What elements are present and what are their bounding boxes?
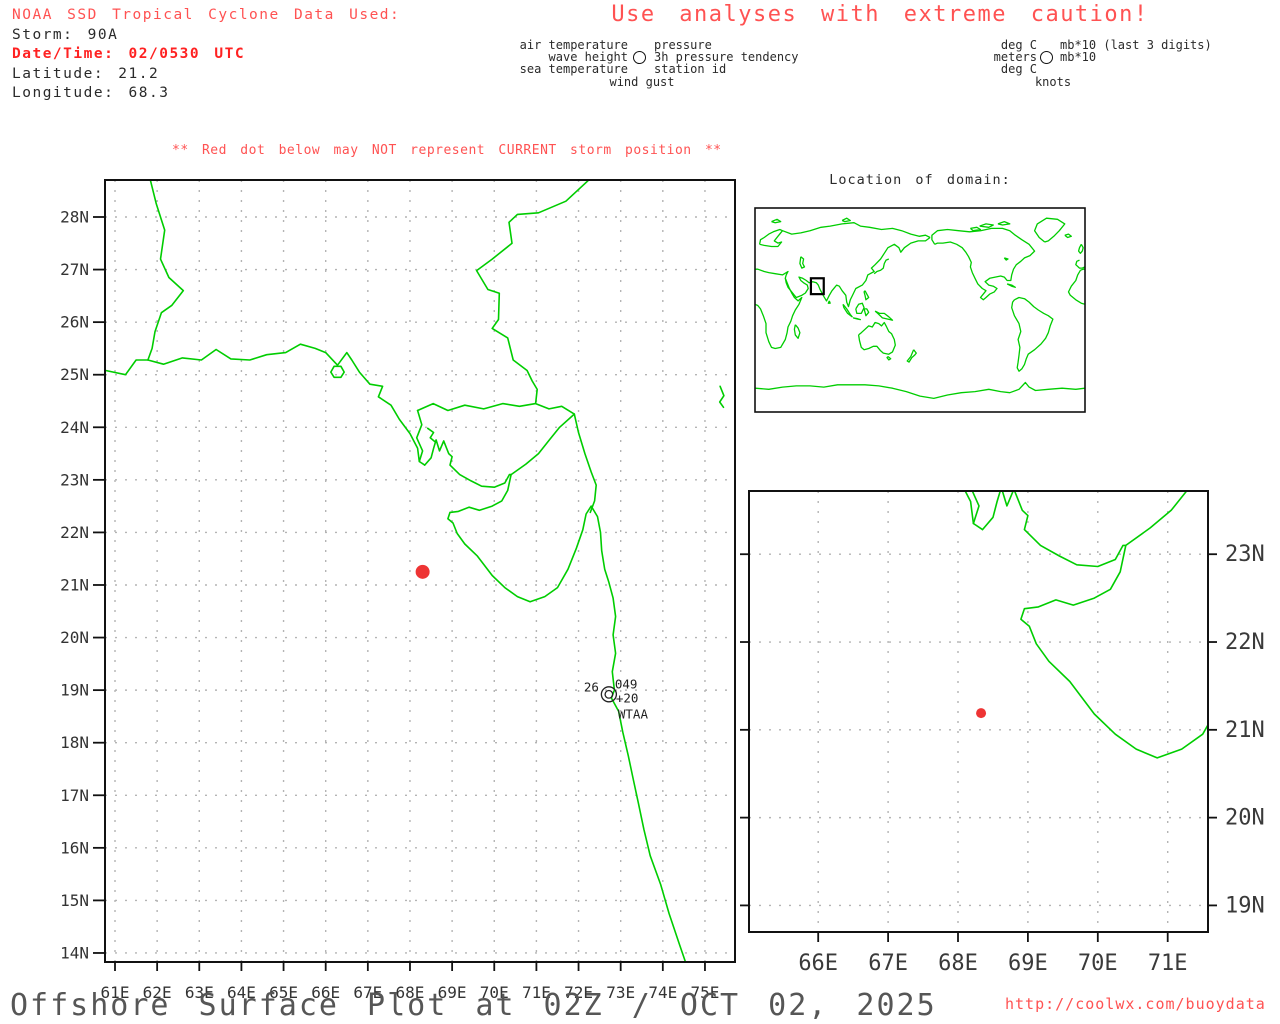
- main-lat-tick-label: 28N: [60, 208, 89, 227]
- main-lat-tick-label: 25N: [60, 365, 89, 384]
- zoom-lon-tick-label: 70E: [1078, 951, 1118, 976]
- station-plot-wtaa: 26 049+20WTAA: [584, 676, 649, 721]
- red-dot-warning: ** Red dot below may NOT represent CURRE…: [172, 143, 722, 158]
- units-station-circle-icon: [1040, 51, 1053, 64]
- zoom-storm-position-dot: [976, 708, 986, 718]
- main-lat-tick-label: 15N: [60, 891, 89, 910]
- world-inset-map: [750, 165, 1090, 420]
- zoom-lat-tick-label: 20N: [1225, 806, 1265, 831]
- units-knots-label: knots: [1008, 76, 1098, 88]
- zoom-lat-tick-label: 23N: [1225, 542, 1265, 567]
- main-lat-tick-label: 14N: [60, 943, 89, 962]
- zoom-lat-tick-label: 22N: [1225, 630, 1265, 655]
- zoom-lon-tick-label: 67E: [868, 951, 908, 976]
- zoom-lon-tick-label: 66E: [798, 951, 838, 976]
- main-lat-tick-label: 17N: [60, 786, 89, 805]
- zoom-lon-tick-label: 71E: [1148, 951, 1188, 976]
- zoom-lon-tick-label: 68E: [938, 951, 978, 976]
- storm-id: Storm: 90A: [12, 26, 400, 46]
- zoom-map-axes: 66E 67E 68E 69E 70E 71E 19N 20N 21N 22N 23N: [740, 542, 1265, 976]
- main-lat-tick-label: 26N: [60, 313, 89, 332]
- legend-sea-temperature-label: sea temperature: [470, 63, 628, 75]
- main-lat-tick-label: 24N: [60, 418, 89, 437]
- station-pressure-tendency: +20: [616, 690, 639, 705]
- page: NOAA SSD Tropical Cyclone Data Used: Sto…: [0, 0, 1280, 1024]
- main-lat-tick-label: 16N: [60, 838, 89, 857]
- main-map-coastlines: [106, 177, 724, 964]
- main-lat-tick-label: 27N: [60, 260, 89, 279]
- zoom-lat-tick-label: 21N: [1225, 718, 1265, 743]
- noaa-ssd-line: NOAA SSD Tropical Cyclone Data Used:: [12, 6, 400, 26]
- source-url[interactable]: http://coolwx.com/buoydata: [1005, 995, 1266, 1013]
- station-circle-icon: [633, 51, 646, 64]
- storm-longitude: Longitude: 68.3: [12, 84, 400, 104]
- main-lat-tick-label: 19N: [60, 681, 89, 700]
- storm-datetime: Date/Time: 02/0530 UTC: [12, 45, 400, 65]
- world-map-frame: [755, 208, 1085, 412]
- zoom-map: 66E 67E 68E 69E 70E 71E 19N 20N 21N 22N 23N: [735, 480, 1280, 985]
- legend-wind-gust-label: wind gust: [596, 76, 688, 88]
- zoom-lon-tick-label: 69E: [1008, 951, 1048, 976]
- world-coastlines: [755, 218, 1085, 398]
- units-deg-c-2-label: deg C: [930, 63, 1037, 75]
- zoom-lat-tick-label: 19N: [1225, 893, 1265, 918]
- zoom-map-coastlines: [735, 480, 1280, 985]
- caution-headline: Use analyses with extreme caution!: [600, 2, 1160, 27]
- legend-station-id-label: station id: [654, 63, 726, 75]
- main-map: 61E62E63E64E65E66E67E68E69E70E71E72E73E7…: [55, 165, 755, 1000]
- units-mb10-label: mb*10: [1060, 51, 1096, 63]
- storm-position-dot: [416, 565, 430, 579]
- main-lat-tick-label: 21N: [60, 575, 89, 594]
- plot-title: Offshore Surface Plot at 02Z / OCT 02, 2…: [10, 988, 937, 1023]
- main-lat-tick-label: 20N: [60, 628, 89, 647]
- station-circle-inner: [605, 691, 613, 699]
- storm-info-block: NOAA SSD Tropical Cyclone Data Used: Sto…: [12, 6, 400, 104]
- station-pressure: 049: [615, 676, 638, 691]
- main-lat-tick-label: 22N: [60, 523, 89, 542]
- main-lat-tick-label: 23N: [60, 470, 89, 489]
- storm-latitude: Latitude: 21.2: [12, 65, 400, 85]
- station-air-temperature: 26: [584, 679, 599, 694]
- main-lat-tick-label: 18N: [60, 733, 89, 752]
- station-id: WTAA: [618, 706, 649, 721]
